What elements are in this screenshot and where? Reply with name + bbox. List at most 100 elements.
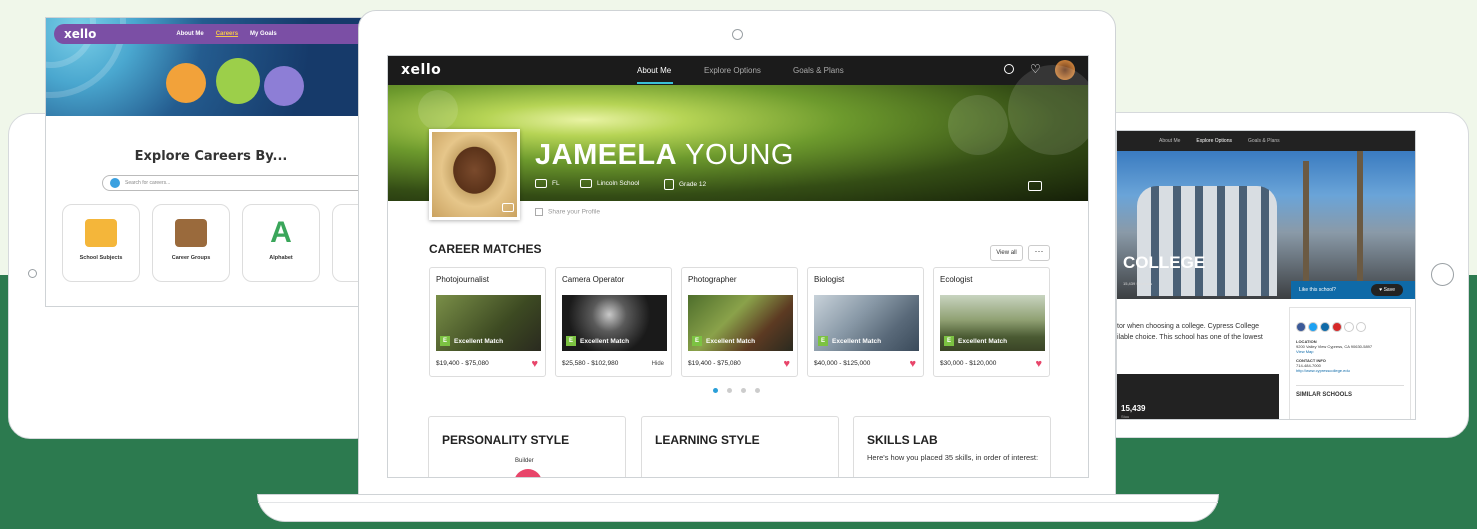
match-badge: E Excellent Match [944,336,1007,346]
like-school-bar: Like this school? ♥ Save [1291,281,1415,299]
carousel-dot[interactable] [741,388,746,393]
career-card[interactable]: Ecologist E Excellent Match $30,000 - $12… [933,267,1050,377]
badge-letter: E [692,336,702,346]
career-card[interactable]: Camera Operator E Excellent Match $25,580… [555,267,672,377]
hide-button[interactable]: Hide [652,361,664,367]
skills-lab-panel[interactable]: SKILLS LAB Here's how you placed 35 skil… [853,416,1051,477]
active-tab-indicator [637,82,673,84]
palm-tree [1357,151,1363,299]
career-image: E Excellent Match [688,295,793,351]
stat-label: Stuu [1121,414,1130,419]
stats-panel: 15,439 Stuu [1117,374,1279,419]
tile-label: Career Groups [171,255,211,261]
career-image: E Excellent Match [436,295,541,351]
more-options-button[interactable]: ··· [1028,245,1050,261]
laptop-camera [732,29,743,40]
left-nav-careers[interactable]: Careers [216,31,238,37]
xello-logo[interactable]: xello [401,62,441,78]
carousel-dot[interactable] [755,388,760,393]
career-search-input[interactable]: Search for careers... [102,175,374,191]
tile-alphabet[interactable]: A Alphabet [242,204,320,282]
heart-icon[interactable]: ♥ [531,358,538,370]
career-title: Camera Operator [562,275,625,284]
rss-icon[interactable] [1344,322,1354,332]
save-button[interactable]: ♥ Save [1371,284,1403,296]
match-badge: E Excellent Match [566,336,629,346]
tab-goals-plans[interactable]: Goals & Plans [793,66,844,75]
badge-letter: E [944,336,954,346]
youtube-icon[interactable] [1332,322,1342,332]
salary-range: $19,400 - $75,080 [688,360,741,367]
website-link[interactable]: http://www.cypresscollege.edu [1296,368,1404,373]
main-top-nav: xello About Me Explore Options Goals & P… [388,56,1088,85]
student-count: 15,439 Students [1123,281,1153,286]
career-title: Photojournalist [436,275,489,284]
search-icon[interactable] [1004,64,1014,74]
camera-icon[interactable] [1028,181,1042,191]
match-label: Excellent Match [580,337,630,345]
school-icon [580,179,592,188]
heart-icon[interactable]: ♥ [909,358,916,370]
badge-letter: E [440,336,450,346]
match-badge: E Excellent Match [440,336,503,346]
last-name: YOUNG [685,139,794,171]
state-label: FL [552,180,560,187]
profile-state: FL [535,179,560,188]
college-sidebar: LOCATION 9200 Valley View Cypress, CA 90… [1289,307,1411,419]
college-title: COLLEGE [1123,253,1206,272]
left-nav-goals[interactable]: My Goals [250,31,277,37]
career-card[interactable]: Biologist E Excellent Match $40,000 - $12… [807,267,924,377]
career-image: E Excellent Match [940,295,1045,351]
match-badge: E Excellent Match [818,336,881,346]
right-nav-goals[interactable]: Goals & Plans [1248,138,1280,144]
mascot-nurse [264,66,304,106]
career-card[interactable]: Photographer E Excellent Match $19,400 - … [681,267,798,377]
tab-about-me[interactable]: About Me [637,66,671,75]
instagram-icon[interactable] [1320,322,1330,332]
college-building [1137,186,1277,296]
left-tablet-screen: xello About Me Careers My Goals Explore … [45,17,375,307]
personality-type: Builder [515,458,534,464]
profile-photo [429,129,520,220]
left-nav-about[interactable]: About Me [176,31,203,37]
skills-description: Here's how you placed 35 skills, in orde… [867,453,1039,462]
badge-letter: E [566,336,576,346]
twitter-icon[interactable] [1308,322,1318,332]
save-label: Save [1383,287,1395,293]
right-nav-about[interactable]: About Me [1159,138,1180,144]
tab-explore-options[interactable]: Explore Options [704,66,761,75]
heart-icon[interactable]: ♥ [783,358,790,370]
right-tablet-home-button [1431,263,1454,286]
personality-style-panel[interactable]: PERSONALITY STYLE Builder [428,416,626,477]
like-prompt: Like this school? [1299,287,1336,293]
match-label: Excellent Match [832,337,882,345]
facebook-icon[interactable] [1296,322,1306,332]
carousel-dot-active[interactable] [713,388,718,393]
career-card[interactable]: Photojournalist E Excellent Match $19,400… [429,267,546,377]
right-top-nav: About Me Explore Options Goals & Plans [1117,131,1415,151]
tile-career-groups[interactable]: Career Groups [152,204,230,282]
letter-a-icon: A [265,218,297,248]
match-label: Excellent Match [958,337,1008,345]
search-icon [110,178,120,188]
tile-school-subjects[interactable]: School Subjects [62,204,140,282]
search-placeholder: Search for careers... [125,180,171,186]
salary-range: $40,000 - $125,000 [814,360,871,367]
right-nav-explore[interactable]: Explore Options [1196,138,1232,144]
view-all-button[interactable]: View all [990,245,1023,261]
carousel-dots [713,388,760,393]
view-map-link[interactable]: View Map [1296,349,1404,354]
career-image: E Excellent Match [562,295,667,351]
carousel-dot[interactable] [727,388,732,393]
similar-schools-heading: SIMILAR SCHOOLS [1296,385,1404,398]
linkedin-icon[interactable] [1356,322,1366,332]
learning-style-panel[interactable]: LEARNING STYLE [641,416,839,477]
mascot-firefighter [166,63,206,103]
heart-icon[interactable]: ♥ [1035,358,1042,370]
laptop-base [257,494,1219,522]
share-profile-link[interactable]: Share your Profile [535,208,600,216]
left-top-nav: xello About Me Careers My Goals [54,24,374,44]
camera-icon[interactable] [502,203,514,212]
school-icon [85,219,117,247]
explore-heading: Explore Careers By... [134,149,288,164]
